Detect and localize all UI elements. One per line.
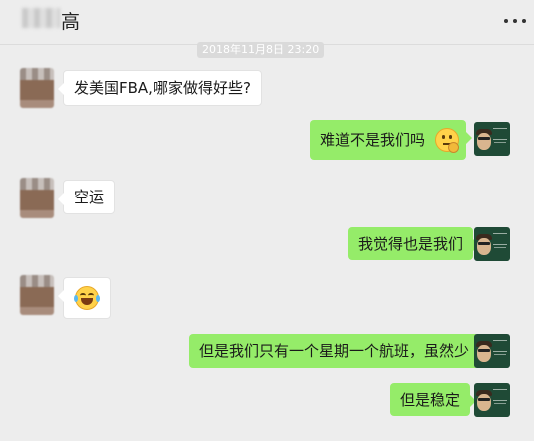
contact-avatar[interactable] (20, 275, 54, 315)
contact-avatar[interactable] (20, 68, 54, 108)
message-text: 难道不是我们吗 (320, 131, 426, 149)
user-avatar[interactable] (474, 334, 510, 368)
laughing-tears-icon (74, 286, 100, 310)
blurred-contact-name (22, 8, 60, 28)
contact-avatar[interactable] (20, 178, 54, 218)
message-text: 但是我们只有一个星期一个航班，虽然少 (199, 342, 470, 360)
user-avatar[interactable] (474, 122, 510, 156)
message-bubble-received[interactable]: 空运 (57, 180, 116, 214)
message-bubble-received[interactable]: 发美国FBA,哪家做得好些? (58, 70, 262, 106)
chat-title[interactable]: 高 (61, 7, 80, 34)
message-bubble-sent[interactable]: 但是我们只有一个星期一个航班，虽然少 (189, 334, 486, 368)
chat-header: 高 (0, 0, 534, 45)
message-text: 空运 (74, 188, 105, 206)
message-text: 但是稳定 (400, 390, 461, 409)
chat-window: 高 2018年11月8日 23:20 发美国FBA,哪家做得好些? 难道不是我们… (0, 0, 534, 441)
message-text: 我觉得也是我们 (358, 234, 464, 253)
message-timestamp: 2018年11月8日 23:20 (197, 42, 325, 58)
message-bubble-received[interactable] (58, 277, 111, 319)
user-avatar[interactable] (474, 227, 510, 261)
message-bubble-sent[interactable]: 但是稳定 (390, 383, 477, 416)
more-options-icon[interactable] (504, 19, 526, 25)
user-avatar[interactable] (474, 383, 510, 417)
message-text: 发美国FBA,哪家做得好些? (74, 79, 251, 97)
thinking-face-icon (435, 128, 460, 153)
message-bubble-sent[interactable]: 我觉得也是我们 (348, 227, 480, 260)
message-bubble-sent[interactable]: 难道不是我们吗 (310, 120, 472, 160)
